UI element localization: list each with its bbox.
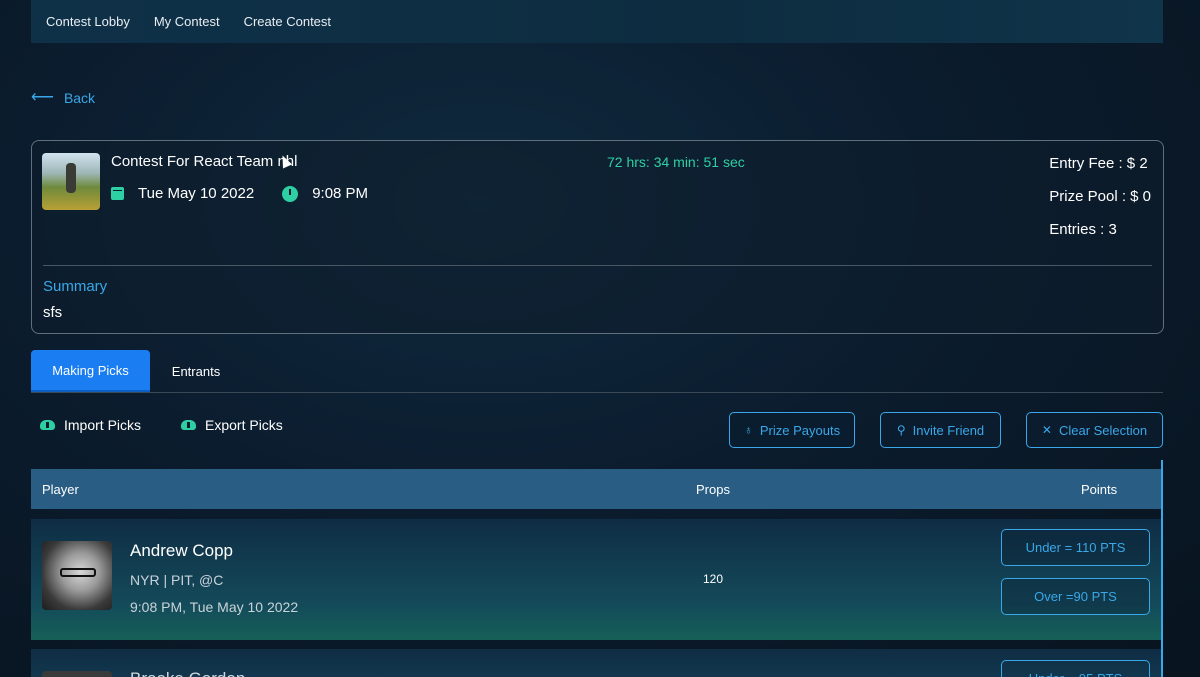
contest-date: Tue May 10 2022 — [138, 185, 255, 202]
countdown-timer: 72 hrs: 34 min: 51 sec — [607, 154, 745, 170]
under-pick-button[interactable]: Under = 110 PTS — [1001, 529, 1150, 566]
contest-card: Contest For React Team nhl Tue May 10 20… — [31, 140, 1164, 334]
clear-selection-button[interactable]: ✕ Clear Selection — [1026, 412, 1163, 448]
player-props: 120 — [703, 572, 724, 586]
contest-datetime: Tue May 10 2022 9:08 PM — [111, 185, 368, 202]
prize-payouts-button[interactable]: ♁ Prize Payouts — [729, 412, 855, 448]
player-name: Andrew Copp — [130, 541, 234, 560]
contest-thumbnail — [42, 153, 100, 210]
header-props: Props — [696, 481, 730, 497]
calendar-icon — [111, 187, 124, 200]
clear-selection-label: Clear Selection — [1058, 422, 1148, 438]
arrow-left-icon: ⟵ — [31, 89, 54, 106]
summary-text: sfs — [43, 304, 63, 321]
tab-entrants[interactable]: Entrants — [150, 350, 242, 392]
invite-friend-label: Invite Friend — [912, 422, 985, 438]
player-team: NYR | PIT, @C — [130, 572, 224, 588]
top-navigation: Contest Lobby My Contest Create Contest — [31, 0, 1163, 43]
prize-payouts-label: Prize Payouts — [759, 422, 841, 438]
table-row: Brooke Gordon Under = 95 PTS — [31, 649, 1161, 677]
tab-making-picks[interactable]: Making Picks — [31, 350, 150, 392]
invite-friend-button[interactable]: ⚲ Invite Friend — [880, 412, 1001, 448]
table-row: Andrew Copp NYR | PIT, @C 9:08 PM, Tue M… — [31, 519, 1161, 640]
player-game-time: 9:08 PM, Tue May 10 2022 — [130, 599, 299, 615]
contest-stats: Entry Fee : $ 2 Prize Pool : $ 0 Entries… — [1049, 155, 1151, 254]
nav-create-contest[interactable]: Create Contest — [244, 14, 331, 29]
prize-pool: Prize Pool : $ 0 — [1049, 188, 1151, 205]
under-pick-button[interactable]: Under = 95 PTS — [1001, 660, 1150, 677]
scrollbar[interactable] — [1161, 460, 1163, 677]
table-header: Player Props Points — [31, 469, 1163, 509]
import-picks-button[interactable]: Import Picks — [40, 417, 141, 433]
nav-my-contest[interactable]: My Contest — [154, 14, 220, 29]
player-name: Brooke Gordon — [130, 669, 245, 677]
header-points: Points — [1081, 481, 1118, 497]
back-link[interactable]: ⟵ Back — [31, 89, 96, 107]
contest-title: Contest For React Team nhl — [111, 153, 298, 170]
nav-contest-lobby[interactable]: Contest Lobby — [46, 14, 130, 29]
back-label: Back — [63, 90, 96, 106]
tab-bar: Making Picks Entrants — [31, 350, 1163, 393]
header-player: Player — [42, 481, 79, 497]
entries-count: Entries : 3 — [1049, 221, 1117, 238]
over-pick-button[interactable]: Over =90 PTS — [1001, 578, 1150, 615]
close-icon: ✕ — [1041, 423, 1052, 437]
import-picks-label: Import Picks — [64, 417, 142, 433]
contest-time: 9:08 PM — [312, 185, 369, 202]
clock-icon — [282, 185, 299, 202]
player-avatar — [42, 541, 112, 610]
player-avatar — [42, 671, 112, 677]
export-picks-button[interactable]: Export Picks — [181, 417, 283, 433]
user-plus-icon: ⚲ — [896, 423, 906, 437]
export-picks-label: Export Picks — [205, 417, 283, 433]
summary-label: Summary — [43, 278, 108, 295]
cloud-download-icon — [181, 420, 196, 430]
divider — [43, 265, 1152, 266]
cloud-upload-icon — [40, 420, 55, 430]
award-icon: ♁ — [743, 423, 753, 437]
entry-fee: Entry Fee : $ 2 — [1049, 155, 1148, 172]
